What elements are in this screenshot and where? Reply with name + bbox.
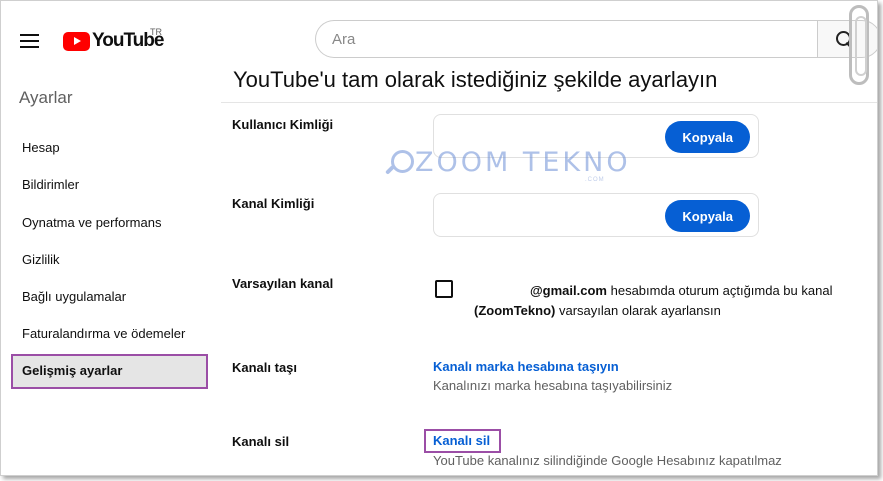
channel-id-label: Kanal Kimliği [232,196,315,211]
sidebar-item-bildirimler[interactable]: Bildirimler [22,177,79,192]
move-channel-link[interactable]: Kanalı marka hesabına taşıyın [433,359,619,374]
watermark-sub: .COM [585,177,605,183]
magnifier-icon [383,148,414,178]
scrollbar[interactable] [849,5,869,85]
default-text-2: varsayılan olarak ayarlansın [558,303,721,318]
sidebar-title: Ayarlar [19,88,73,107]
copy-channel-id-button[interactable]: Kopyala [665,200,750,232]
watermark: ZOOM TEKNO .COM [383,147,631,183]
default-channel-checkbox[interactable] [435,280,453,298]
menu-icon[interactable] [20,34,39,48]
country-code: TR [150,27,162,37]
default-text-1: hesabımda oturum açtığımda bu kanal [610,283,833,298]
sidebar-item-faturalandirma[interactable]: Faturalandırma ve ödemeler [22,326,185,341]
title-divider [221,102,877,103]
user-id-label: Kullanıcı Kimliği [232,117,334,132]
email-text: @gmail.com [530,283,607,298]
default-channel-description: @gmail.com hesabımda oturum açtığımda bu… [474,281,834,321]
sidebar-item-hesap[interactable]: Hesap [22,140,60,155]
channel-name: (ZoomTekno) [474,303,556,318]
delete-channel-label: Kanalı sil [232,434,290,449]
sidebar-item-gizlilik[interactable]: Gizlilik [22,252,60,267]
app-window: YouTube TR Ayarlar Hesap Bildirimler Oyn… [0,0,878,476]
play-icon [63,31,90,51]
delete-channel-description: YouTube kanalınız silindiğinde Google He… [433,453,782,468]
sidebar-item-gelismis-ayarlar[interactable]: Gelişmiş ayarlar [22,363,122,378]
sidebar-item-oynatma[interactable]: Oynatma ve performans [22,215,161,230]
delete-channel-link[interactable]: Kanalı sil [433,433,490,448]
copy-user-id-button[interactable]: Kopyala [665,121,750,153]
move-channel-label: Kanalı taşı [232,360,298,375]
watermark-text: ZOOM TEKNO [415,147,631,178]
search-input[interactable] [315,20,818,58]
default-channel-label: Varsayılan kanal [232,276,334,291]
move-channel-description: Kanalınızı marka hesabına taşıyabilirsin… [433,378,673,393]
sidebar-item-bagli-uygulamalar[interactable]: Bağlı uygulamalar [22,289,126,304]
channel-id-field: Kopyala [433,193,759,237]
page-title: YouTube'u tam olarak istediğiniz şekilde… [233,67,718,92]
youtube-logo[interactable]: YouTube [63,30,164,52]
